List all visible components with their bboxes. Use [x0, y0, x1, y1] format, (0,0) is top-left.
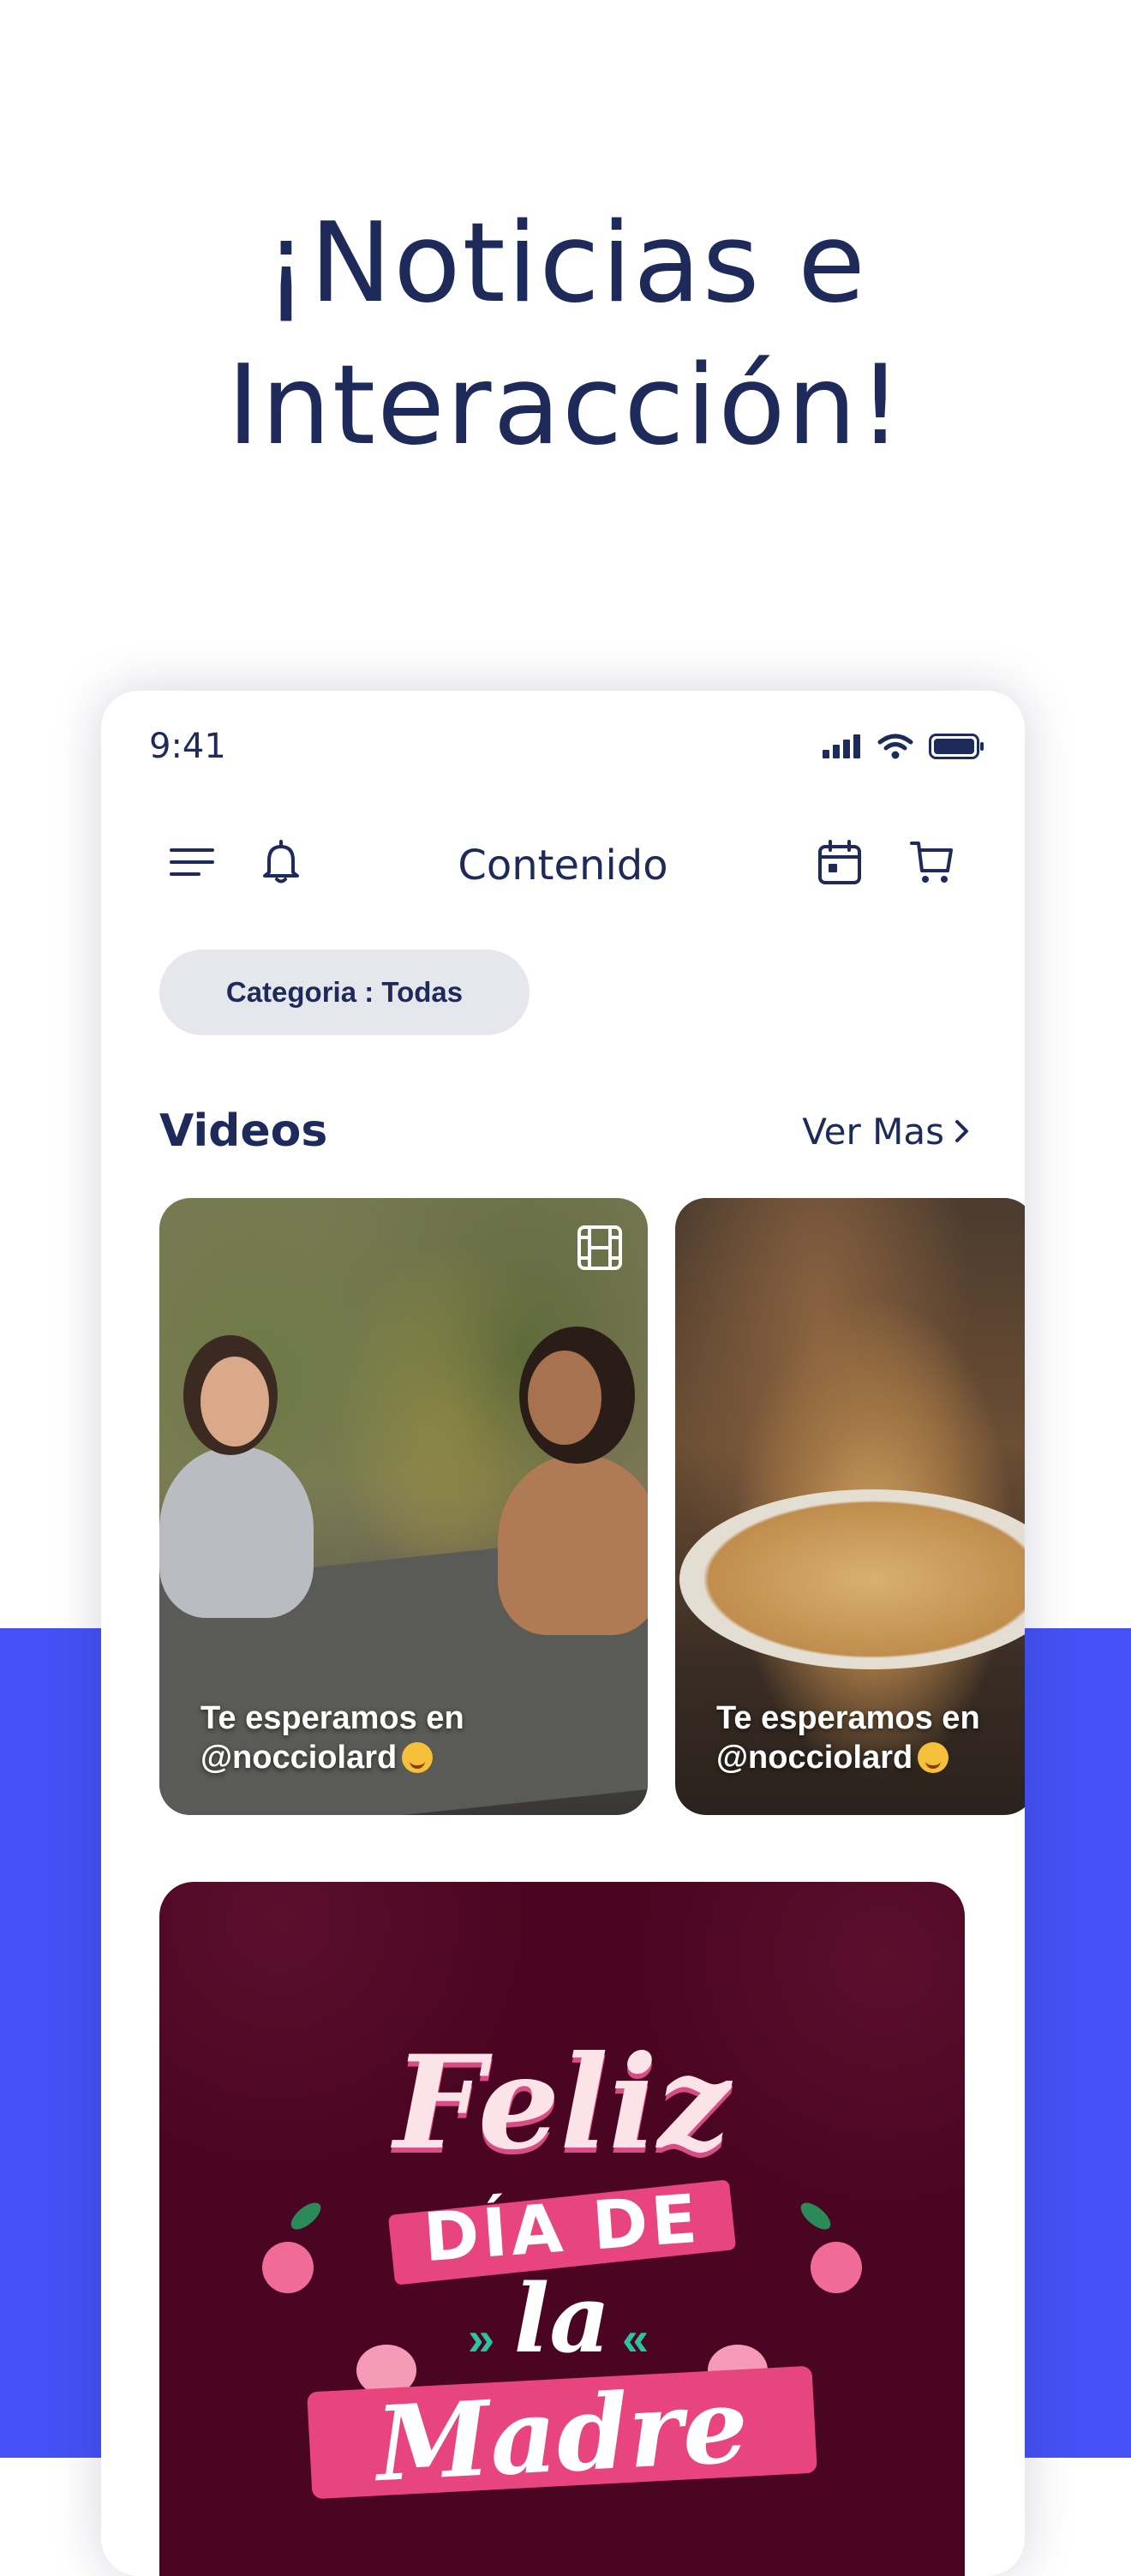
promo-line-4: Madre — [373, 2364, 751, 2506]
promo-line-1: Feliz — [393, 2028, 731, 2178]
status-time: 9:41 — [149, 727, 226, 766]
headline: ¡Noticias e Interacción! — [0, 193, 1131, 477]
cart-icon[interactable] — [908, 838, 956, 886]
promo-banner[interactable]: Feliz DÍA DE » la « Madre — [159, 1882, 965, 2576]
phone-screen: 9:41 Contenido Categoria: Todas Videos … — [101, 691, 1025, 2576]
app-bar: Contenido — [101, 819, 1025, 905]
smile-emoji-icon — [918, 1742, 949, 1773]
film-icon — [576, 1224, 624, 1272]
video-caption-line-2: @nocciolard — [200, 1740, 398, 1776]
headline-line-1: ¡Noticias e — [264, 200, 867, 327]
page-title: Contenido — [458, 842, 668, 890]
person-face — [200, 1357, 269, 1447]
category-filter-chip[interactable]: Categoria : Todas — [159, 950, 530, 1035]
see-more-link[interactable]: Ver Mas — [802, 1111, 972, 1153]
status-bar: 9:41 — [101, 691, 1025, 802]
signal-icon — [823, 734, 862, 763]
wifi-icon — [877, 734, 913, 764]
status-icons — [823, 734, 985, 764]
chevron-right-icon — [953, 1111, 972, 1153]
video-caption-line-2: @nocciolard — [716, 1740, 913, 1776]
person-face — [528, 1351, 601, 1445]
see-more-label: Ver Mas — [802, 1111, 944, 1153]
battery-icon — [929, 734, 985, 764]
person-illustration — [498, 1455, 648, 1635]
person-illustration — [159, 1447, 314, 1618]
smile-emoji-icon — [402, 1742, 434, 1773]
pizza-illustration — [679, 1489, 1025, 1669]
video-caption-line-1: Te esperamos en — [716, 1700, 980, 1736]
video-caption-line-1: Te esperamos en — [200, 1700, 464, 1736]
video-card[interactable]: Te esperamos en @nocciolard — [159, 1198, 648, 1815]
promo-line-3: la — [513, 2263, 611, 2374]
video-caption: Te esperamos en @nocciolard — [200, 1698, 464, 1777]
video-caption: Te esperamos en @nocciolard — [716, 1698, 980, 1777]
video-card[interactable]: Te esperamos en @nocciolard — [675, 1198, 1025, 1815]
arrows-decoration-icon: « — [622, 2311, 649, 2365]
videos-section-title: Videos — [159, 1105, 328, 1157]
calendar-icon[interactable] — [816, 838, 864, 886]
headline-line-2: Interacción! — [227, 342, 904, 470]
